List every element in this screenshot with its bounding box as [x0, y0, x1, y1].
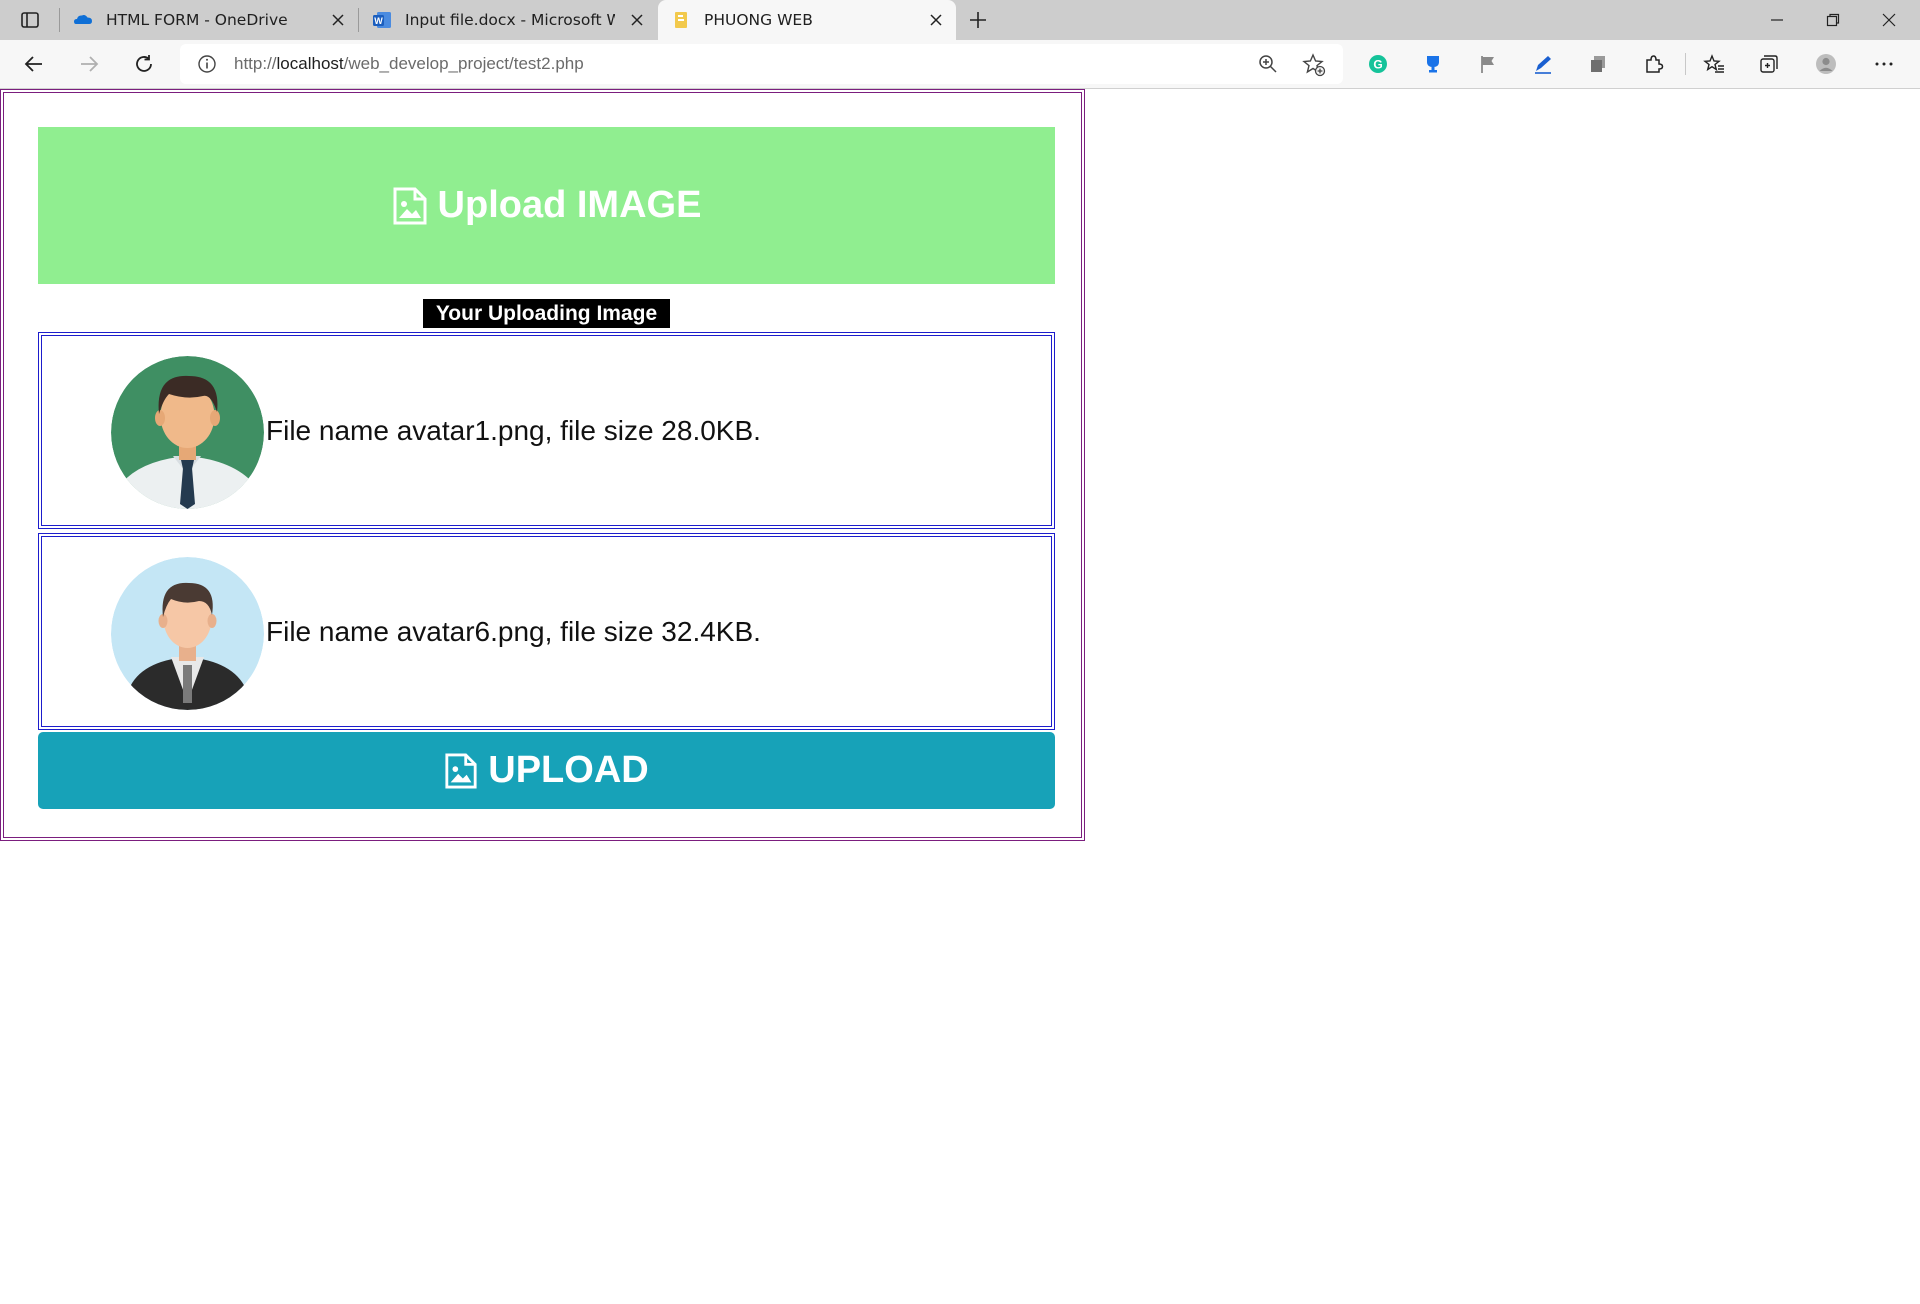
new-tab-button[interactable] — [963, 6, 993, 34]
pen-extension-button[interactable] — [1525, 47, 1561, 81]
flag-extension-button[interactable] — [1470, 47, 1506, 81]
address-bar[interactable]: http://localhost/web_develop_project/tes… — [180, 44, 1343, 84]
file-info-text: File name avatar6.png, file size 32.4KB. — [266, 616, 761, 647]
tab-title: Input file.docx - Microsoft Word — [405, 11, 615, 29]
banner-title: Upload IMAGE — [437, 184, 702, 226]
back-arrow-icon — [24, 56, 42, 72]
close-window-button[interactable] — [1861, 0, 1917, 40]
browser-toolbar: http://localhost/web_develop_project/tes… — [0, 40, 1920, 89]
tab-close-icon[interactable] — [328, 10, 348, 30]
browser-tab-strip: HTML FORM - OneDrive W Input file.docx -… — [0, 0, 1920, 40]
forward-button[interactable] — [71, 47, 107, 81]
upload-button[interactable]: UPLOAD — [38, 732, 1055, 809]
zoom-icon[interactable] — [1257, 53, 1279, 75]
copy-icon — [1591, 56, 1605, 72]
pen-icon — [1535, 56, 1551, 74]
trophy-extension-button[interactable] — [1415, 47, 1451, 81]
image-file-icon — [445, 753, 477, 788]
settings-more-button[interactable] — [1866, 47, 1902, 81]
plus-icon — [970, 12, 986, 28]
upload-image-banner: Upload IMAGE — [38, 127, 1055, 284]
back-button[interactable] — [16, 47, 52, 81]
tab-onedrive[interactable]: HTML FORM - OneDrive — [60, 0, 358, 40]
add-favorite-icon[interactable] — [1302, 53, 1326, 77]
tab-close-icon[interactable] — [627, 10, 647, 30]
svg-text:G: G — [1373, 58, 1382, 72]
avatar-preview-image — [111, 356, 264, 509]
image-file-icon — [393, 187, 427, 224]
copy-extension-button[interactable] — [1580, 47, 1616, 81]
minimize-button[interactable] — [1749, 0, 1805, 40]
toolbar-divider — [1685, 53, 1686, 75]
restore-icon — [1826, 13, 1840, 27]
trophy-icon — [1427, 56, 1439, 73]
profile-avatar-icon — [1816, 54, 1836, 74]
tab-actions-icon — [21, 12, 39, 28]
forward-arrow-icon — [81, 56, 99, 72]
collections-button[interactable] — [1751, 47, 1787, 81]
collections-icon — [1760, 55, 1778, 73]
avatar-preview-image — [111, 557, 264, 710]
onedrive-icon — [72, 9, 94, 31]
grammarly-icon: G — [1369, 55, 1387, 73]
svg-text:W: W — [374, 16, 383, 26]
favorites-list-icon — [1703, 54, 1724, 73]
word-icon: W — [371, 9, 393, 31]
puzzle-icon — [1646, 55, 1664, 73]
grammarly-extension-button[interactable]: G — [1360, 47, 1396, 81]
tab-close-icon[interactable] — [926, 10, 946, 30]
tab-actions-button[interactable] — [8, 4, 52, 36]
tab-title: PHUONG WEB — [704, 11, 813, 29]
refresh-button[interactable] — [126, 47, 162, 81]
minimize-icon — [1771, 19, 1783, 21]
page-icon — [670, 9, 692, 31]
url-scheme: http:// — [234, 54, 277, 73]
favorites-button[interactable] — [1696, 47, 1732, 81]
close-icon — [1882, 13, 1896, 27]
file-info-text: File name avatar1.png, file size 28.0KB. — [266, 415, 761, 446]
flag-icon — [1481, 56, 1494, 73]
more-icon — [1875, 62, 1893, 66]
url-path: /web_develop_project/test2.php — [343, 54, 584, 73]
url-text[interactable]: http://localhost/web_develop_project/tes… — [234, 44, 584, 84]
info-icon[interactable] — [196, 53, 218, 75]
tab-phuong-web[interactable]: PHUONG WEB — [658, 0, 956, 40]
tab-word-doc[interactable]: W Input file.docx - Microsoft Word — [359, 0, 657, 40]
tab-title: HTML FORM - OneDrive — [106, 11, 288, 29]
refresh-icon — [136, 55, 152, 72]
url-host: localhost — [276, 54, 344, 73]
uploading-image-caption: Your Uploading Image — [423, 299, 670, 328]
file-entry: File name avatar6.png, file size 32.4KB. — [38, 533, 1055, 730]
upload-button-label: UPLOAD — [488, 749, 649, 791]
extensions-button[interactable] — [1635, 47, 1671, 81]
restore-button[interactable] — [1805, 0, 1861, 40]
file-entry: File name avatar1.png, file size 28.0KB. — [38, 332, 1055, 529]
profile-button[interactable] — [1808, 47, 1844, 81]
